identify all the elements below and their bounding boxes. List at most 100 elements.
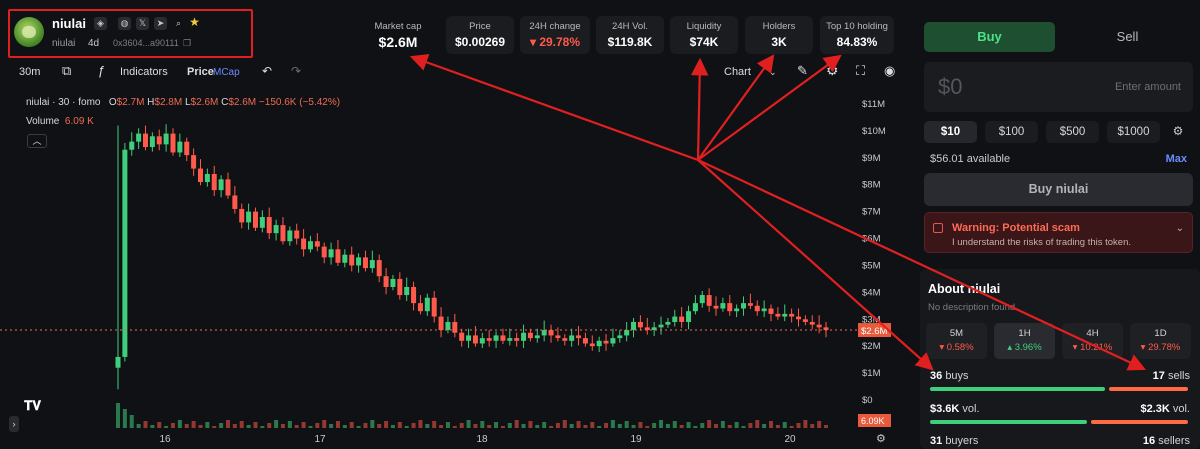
volume-bar (576, 421, 581, 428)
volume-bar (693, 426, 698, 428)
candle-body (534, 335, 540, 339)
candle-body (610, 338, 616, 344)
candle-body (569, 335, 575, 341)
timeframe-1d[interactable]: 1D ▾ 29.78% (1130, 323, 1191, 359)
cube-icon[interactable]: ◈ (94, 17, 107, 30)
candle-body (225, 179, 231, 196)
undo-icon[interactable]: ↶ (262, 64, 272, 78)
buy-token-button[interactable]: Buy niulai (924, 173, 1193, 206)
candle-body (720, 303, 726, 309)
volume-bar (542, 422, 547, 428)
volume-bar (260, 426, 265, 428)
volume-bar (397, 422, 402, 428)
stat-liquidity: Liquidity $74K (670, 16, 738, 54)
candle-body (259, 217, 265, 228)
volume-bar (555, 423, 560, 428)
volume-bar (301, 422, 306, 428)
candle-body (686, 311, 692, 322)
preset-100[interactable]: $100 (985, 121, 1038, 143)
search-icon[interactable]: ⌕ (172, 17, 185, 30)
candle-body (816, 324, 822, 328)
timeframe-5m[interactable]: 5M ▾ 0.58% (926, 323, 987, 359)
chevron-down-icon[interactable]: ⌄ (1176, 223, 1184, 234)
volume-bar (377, 424, 382, 428)
price-toggle[interactable]: Price (187, 66, 214, 78)
chart-type-select[interactable]: Chart (724, 66, 751, 78)
volume-bar (617, 424, 622, 428)
expand-sidebar-handle[interactable]: › (9, 416, 19, 432)
x-tick-label: 18 (476, 434, 488, 445)
price-chart[interactable]: $11M$10M$9M$8M$7M$6M$5M$4M$3M$2M$1M$016 1… (0, 90, 910, 449)
amount-input[interactable]: $0 Enter amount (924, 62, 1193, 112)
preset-500[interactable]: $500 (1046, 121, 1099, 143)
volume-bar (122, 409, 127, 428)
indicators-button[interactable]: Indicators (120, 66, 168, 78)
volume-bar (562, 420, 567, 428)
candle-body (802, 319, 808, 322)
stat-price: Price $0.00269 (446, 16, 514, 54)
candle-body (631, 321, 637, 331)
candle-body (136, 133, 142, 142)
preset-1000[interactable]: $1000 (1107, 121, 1160, 143)
amount-value: $0 (938, 74, 963, 99)
timeframe-1h[interactable]: 1H ▴ 3.96% (994, 323, 1055, 359)
fullscreen-icon[interactable]: ⛶ (856, 63, 865, 79)
candle-body (665, 321, 671, 325)
sell-volume-bar (1091, 420, 1188, 424)
y-tick-label: $8M (862, 180, 881, 191)
volume-bar (535, 425, 540, 428)
volume-bar (390, 425, 395, 428)
candle-body (369, 260, 375, 269)
sell-tab[interactable]: Sell (1062, 22, 1193, 52)
candle-body (376, 260, 382, 277)
max-button[interactable]: Max (1166, 153, 1187, 165)
x-icon[interactable]: 𝕏 (136, 17, 149, 30)
telegram-icon[interactable]: ➤ (154, 17, 167, 30)
candle-body (390, 278, 396, 287)
copy-icon[interactable]: ❐ (182, 38, 192, 48)
volume-bar (720, 421, 725, 428)
drawing-tool-icon[interactable]: ✎ (797, 63, 808, 79)
redo-icon[interactable]: ↷ (291, 64, 301, 78)
volume-bar (473, 424, 478, 428)
stat-24h-volume: 24H Vol. $119.8K (596, 16, 664, 54)
candle-body (706, 295, 712, 306)
candle-body (555, 335, 561, 339)
timeframe-4h[interactable]: 4H ▾ 10.21% (1062, 323, 1123, 359)
volume-bar (610, 420, 615, 428)
volume-bar (528, 421, 533, 428)
sells-bar (1109, 387, 1188, 391)
volume-bar (212, 426, 217, 428)
available-balance: $56.01 available (930, 153, 1011, 165)
candle-body (321, 246, 327, 258)
candle-body (383, 276, 389, 287)
volume-bar (404, 426, 409, 428)
volume-bar (322, 420, 327, 428)
settings-icon[interactable]: ⚙ (826, 62, 839, 79)
chevron-down-icon[interactable]: ⌄ (769, 67, 777, 78)
preset-10[interactable]: $10 (924, 121, 977, 143)
star-icon[interactable]: ★ (188, 16, 201, 29)
candle-body (232, 195, 238, 209)
mcap-toggle[interactable]: MCap (213, 67, 240, 78)
y-tick-label: $5M (862, 260, 881, 271)
camera-icon[interactable]: ◉ (884, 63, 895, 79)
candle-body (252, 211, 258, 228)
candle-type-icon[interactable]: ⧉ (62, 63, 71, 79)
warning-checkbox[interactable] (933, 223, 943, 233)
x-tick-label: 19 (630, 434, 642, 445)
candle-body (727, 303, 733, 312)
buy-tab[interactable]: Buy (924, 22, 1055, 52)
edit-presets-icon[interactable]: ⚙ (1167, 124, 1189, 142)
globe-icon[interactable]: ◍ (118, 17, 131, 30)
candle-body (307, 241, 313, 250)
volume-bar (597, 426, 602, 428)
volume-bar (425, 424, 430, 428)
candle-body (548, 330, 554, 336)
token-info-highlight: niulai ◈ ◍ 𝕏 ➤ ⌕ ★ niulai 4d 0x3604...a9… (8, 9, 253, 58)
interval-selector[interactable]: 30m (19, 66, 40, 78)
axis-settings-icon: ⚙ (876, 432, 886, 445)
volume-bar (356, 426, 361, 428)
volume-bar (507, 423, 512, 428)
fx-icon[interactable]: ƒ (98, 63, 105, 78)
